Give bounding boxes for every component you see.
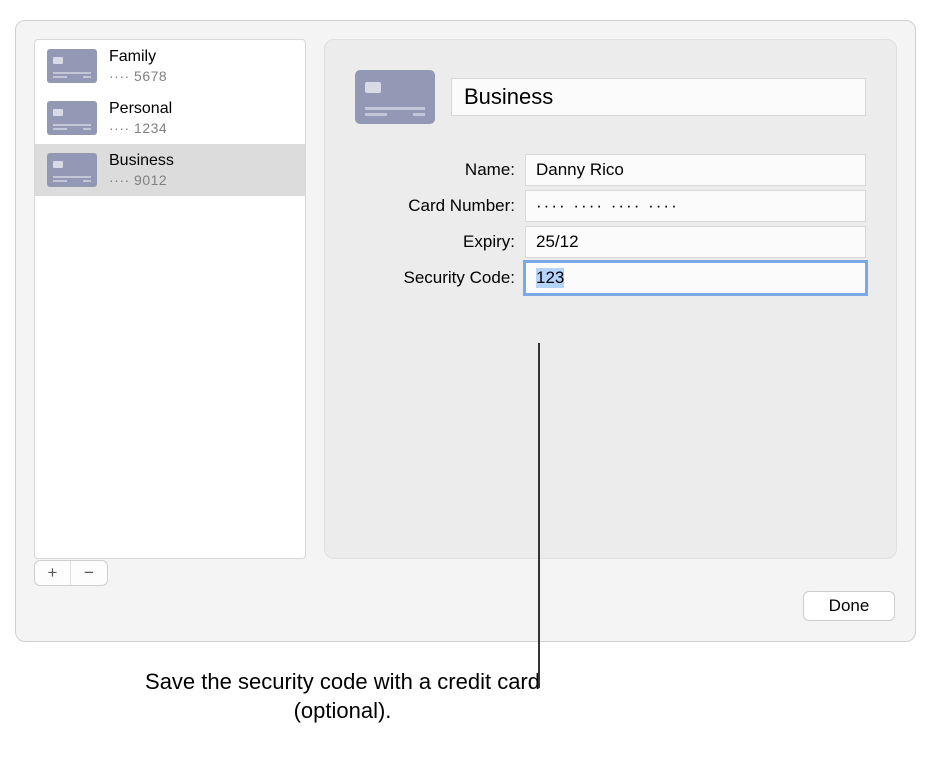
add-card-button[interactable]: + xyxy=(35,561,71,585)
name-label: Name: xyxy=(355,160,515,180)
card-title-input[interactable] xyxy=(451,78,866,116)
sidebar-item-text: Family ···· 5678 xyxy=(109,48,167,84)
card-last-digits: ···· 1234 xyxy=(109,120,172,136)
add-remove-buttons: + − xyxy=(34,560,108,586)
number-label: Card Number: xyxy=(355,196,515,216)
card-title: Family xyxy=(109,48,167,66)
credit-card-icon xyxy=(47,101,97,135)
callout-line xyxy=(538,343,540,688)
credit-card-icon xyxy=(47,153,97,187)
security-code-value: 123 xyxy=(536,268,564,288)
credit-card-icon xyxy=(47,49,97,83)
card-last-digits: ···· 9012 xyxy=(109,172,174,188)
number-row: Card Number: ···· ···· ···· ···· xyxy=(355,190,866,222)
main-content: Family ···· 5678 Personal ···· 1234 xyxy=(34,39,897,559)
number-input[interactable]: ···· ···· ···· ···· xyxy=(525,190,866,222)
security-code-label: Security Code: xyxy=(355,268,515,288)
card-header xyxy=(355,70,866,124)
security-code-input[interactable]: 123 xyxy=(525,262,866,294)
credit-card-icon xyxy=(355,70,435,124)
sidebar-item-business[interactable]: Business ···· 9012 xyxy=(35,144,305,196)
sidebar-item-family[interactable]: Family ···· 5678 xyxy=(35,40,305,92)
sidebar-item-text: Personal ···· 1234 xyxy=(109,100,172,136)
security-code-row: Security Code: 123 xyxy=(355,262,866,294)
card-title: Personal xyxy=(109,100,172,118)
card-detail-panel: Name: Card Number: ···· ···· ···· ···· E… xyxy=(324,39,897,559)
name-input[interactable] xyxy=(525,154,866,186)
callout-text: Save the security code with a credit car… xyxy=(15,668,540,725)
sidebar-item-personal[interactable]: Personal ···· 1234 xyxy=(35,92,305,144)
expiry-row: Expiry: xyxy=(355,226,866,258)
annotation-callout: Save the security code with a credit car… xyxy=(15,668,916,725)
done-button[interactable]: Done xyxy=(803,591,895,621)
credit-cards-window: Family ···· 5678 Personal ···· 1234 xyxy=(15,20,916,642)
sidebar-item-text: Business ···· 9012 xyxy=(109,152,174,188)
remove-card-button[interactable]: − xyxy=(71,561,107,585)
card-last-digits: ···· 5678 xyxy=(109,68,167,84)
card-list: Family ···· 5678 Personal ···· 1234 xyxy=(34,39,306,559)
name-row: Name: xyxy=(355,154,866,186)
expiry-input[interactable] xyxy=(525,226,866,258)
expiry-label: Expiry: xyxy=(355,232,515,252)
card-title: Business xyxy=(109,152,174,170)
